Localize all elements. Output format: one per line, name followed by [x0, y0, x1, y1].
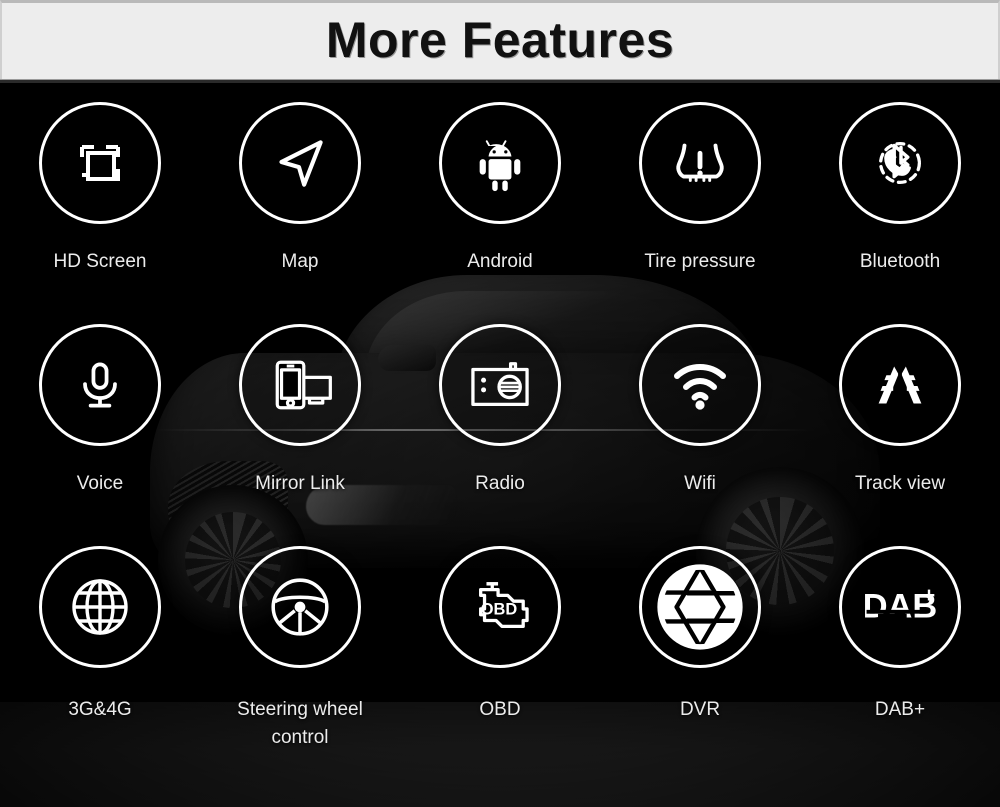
feature-item-tire-pressure[interactable]: Tire pressure: [600, 102, 800, 324]
feature-label: Track view: [854, 473, 946, 494]
obd-engine-icon[interactable]: OBD: [439, 546, 561, 668]
track-view-icon[interactable]: [839, 324, 961, 446]
feature-item-steering-wheel-control[interactable]: Steering wheel control: [200, 546, 400, 786]
feature-item-3g4g[interactable]: 3G&4G: [0, 546, 200, 786]
feature-label: DVR: [679, 699, 721, 720]
steering-wheel-icon[interactable]: [239, 546, 361, 668]
radio-icon[interactable]: [439, 324, 561, 446]
wifi-icon[interactable]: [639, 324, 761, 446]
feature-label: Mirror Link: [255, 473, 345, 494]
feature-item-wifi[interactable]: Wifi: [600, 324, 800, 546]
microphone-icon[interactable]: [39, 324, 161, 446]
feature-item-map[interactable]: Map: [200, 102, 400, 324]
feature-item-dvr[interactable]: DVR: [600, 546, 800, 786]
page-title: More Features: [325, 12, 675, 68]
feature-item-radio[interactable]: Radio: [400, 324, 600, 546]
feature-label: Wifi: [684, 473, 716, 494]
feature-label: Bluetooth: [859, 251, 941, 272]
feature-label: 3G&4G: [68, 699, 132, 720]
feature-label: DAB+: [874, 699, 926, 720]
obd-icon-text: OBD: [481, 601, 518, 619]
feature-stage: HD Screen Map Android Tire pressure Blue…: [0, 83, 1000, 807]
globe-icon[interactable]: [39, 546, 161, 668]
feature-label: Voice: [76, 473, 124, 494]
mirror-link-icon[interactable]: [239, 324, 361, 446]
feature-label: Map: [281, 251, 319, 272]
feature-label: Android: [467, 251, 533, 272]
tire-pressure-warning-icon[interactable]: [639, 102, 761, 224]
feature-item-dab-plus[interactable]: DAB + DAB+: [800, 546, 1000, 786]
feature-item-mirror-link[interactable]: Mirror Link: [200, 324, 400, 546]
hd-screen-icon[interactable]: [39, 102, 161, 224]
android-robot-icon[interactable]: [439, 102, 561, 224]
feature-label: HD Screen: [53, 251, 147, 272]
navigation-arrow-icon[interactable]: [239, 102, 361, 224]
bluetooth-phone-icon[interactable]: [839, 102, 961, 224]
feature-item-voice[interactable]: Voice: [0, 324, 200, 546]
feature-item-hd-screen[interactable]: HD Screen: [0, 102, 200, 324]
header-bar: More Features: [0, 0, 1000, 79]
feature-label: Tire pressure: [644, 251, 756, 272]
feature-label: OBD: [479, 699, 521, 720]
feature-item-bluetooth[interactable]: Bluetooth: [800, 102, 1000, 324]
feature-label: Radio: [475, 473, 525, 494]
feature-item-android[interactable]: Android: [400, 102, 600, 324]
dab-plus-icon[interactable]: DAB +: [839, 546, 961, 668]
camera-aperture-icon[interactable]: [639, 546, 761, 668]
feature-label: Steering wheel control: [237, 699, 363, 748]
dab-plus-icon-text: +: [923, 584, 935, 607]
feature-grid: HD Screen Map Android Tire pressure Blue…: [0, 83, 1000, 807]
feature-item-track-view[interactable]: Track view: [800, 324, 1000, 546]
feature-poster: More Features HD Screen Map Android Tire…: [0, 0, 1000, 807]
feature-item-obd[interactable]: OBD OBD: [400, 546, 600, 786]
